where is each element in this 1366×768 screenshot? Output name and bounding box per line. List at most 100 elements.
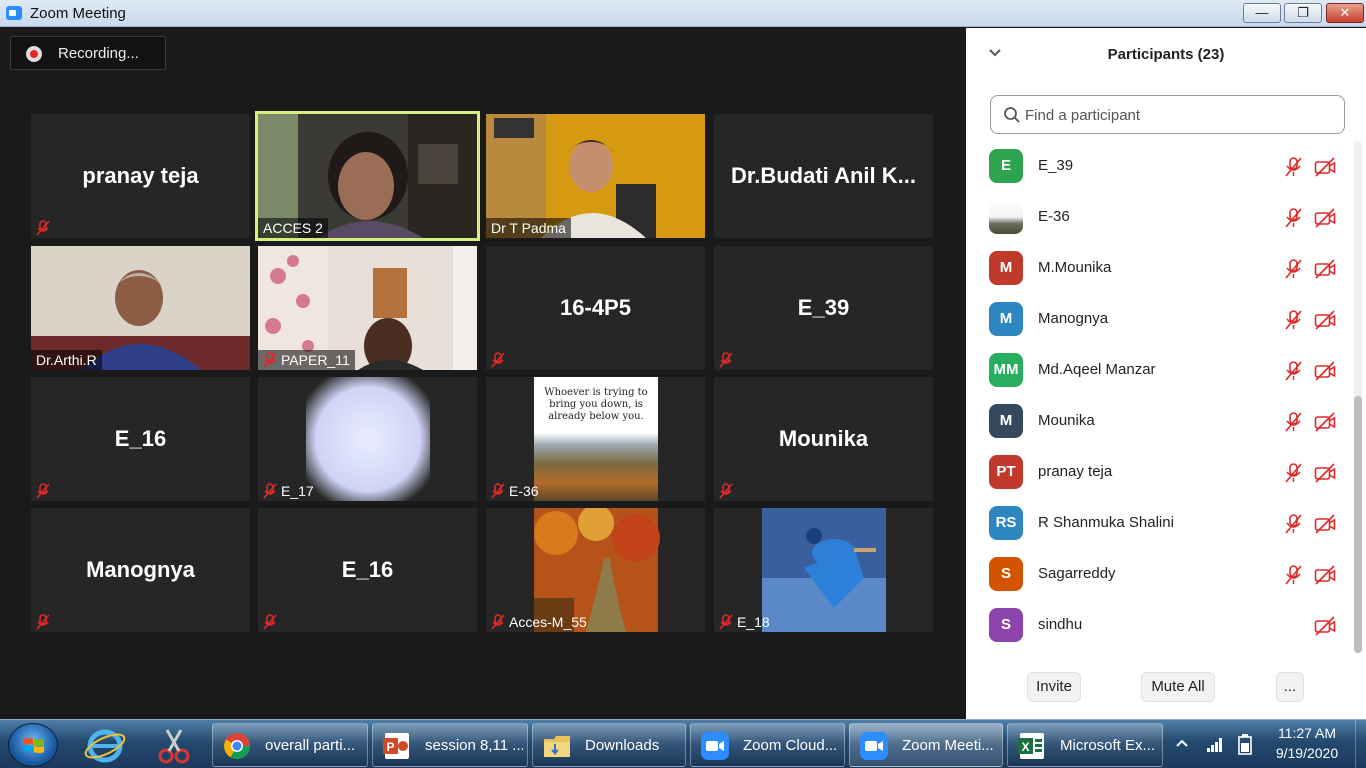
more-options-button[interactable]: ... [1276,672,1304,702]
battery-icon[interactable] [1236,733,1254,755]
recording-indicator[interactable]: Recording... [10,36,166,70]
camera-off-icon[interactable] [1314,565,1336,585]
camera-off-icon[interactable] [1314,412,1336,432]
mic-muted-icon[interactable] [1283,258,1303,280]
mic-muted-icon[interactable] [1283,309,1303,331]
participant-avatar: S [989,608,1023,642]
zoom-icon [701,732,729,760]
participant-caption: E_17 [281,483,314,499]
video-tile[interactable]: Dr.Arthi.R [31,246,250,370]
restore-icon: ❐ [1297,5,1309,20]
scrollbar-thumb[interactable] [1354,396,1362,653]
video-tile[interactable]: E_17 [258,377,477,501]
taskbar-button[interactable]: X Microsoft Ex... [1007,723,1163,767]
participant-row[interactable]: S Sagarreddy [966,549,1356,600]
mic-muted-icon [263,352,277,368]
participant-caption: Dr T Padma [491,220,566,236]
show-hidden-icons-icon[interactable] [1176,739,1188,747]
snipping-tool-icon[interactable] [151,724,197,766]
video-tile[interactable]: Whoever is trying to bring you down, is … [486,377,705,501]
participant-avatar: PT [989,455,1023,489]
participant-row[interactable]: Ssindhu [966,600,1356,651]
participant-display-name: Mounika [778,426,869,451]
gallery-view: Recording... pranay teja ACCES 2 Dr T Pa… [0,28,966,719]
participant-list-scrollbar[interactable] [1354,141,1362,653]
mic-muted-icon [36,220,50,236]
mic-muted-icon [263,614,277,630]
video-tile[interactable]: E_18 [714,508,933,632]
camera-off-icon[interactable] [1314,616,1336,636]
mute-all-button[interactable]: Mute All [1141,672,1215,702]
video-tile[interactable]: PAPER_11 [258,246,477,370]
video-tile[interactable]: pranay teja [31,114,250,238]
show-desktop-button[interactable] [1355,720,1366,768]
minimize-icon: — [1255,5,1269,20]
start-button[interactable] [8,723,58,767]
video-tile[interactable]: Acces-M_55 [486,508,705,632]
taskbar-button-label: Downloads [585,737,660,754]
camera-off-icon[interactable] [1314,514,1336,534]
participant-avatar: M [989,251,1023,285]
svg-text:P: P [386,740,394,754]
participant-row[interactable]: M M.Mounika [966,243,1356,294]
video-tile[interactable]: Mounika [714,377,933,501]
video-tile-active-speaker[interactable]: ACCES 2 [255,111,480,241]
participant-row[interactable]: RS R Shanmuka Shalini [966,498,1356,549]
participant-search-input[interactable] [1025,104,1325,126]
participant-row[interactable]: E E_39 [966,141,1356,192]
window-title: Zoom Meeting [30,5,126,22]
mic-muted-icon[interactable] [1283,513,1303,535]
svg-text:X: X [1021,740,1029,754]
taskbar-button[interactable]: Psession 8,11 ... [372,723,528,767]
clock-date[interactable]: 9/19/2020 [1262,745,1352,761]
mic-muted-icon [719,483,733,499]
chrome-icon [224,733,251,760]
participant-video: Whoever is trying to bring you down, is … [534,377,658,501]
mic-muted-icon[interactable] [1283,564,1303,586]
video-tile[interactable]: Manognya [31,508,250,632]
minimize-button[interactable]: — [1243,3,1281,23]
mic-muted-icon[interactable] [1283,156,1303,178]
video-tile[interactable]: Dr T Padma [486,114,705,238]
camera-off-icon[interactable] [1314,310,1336,330]
participant-caption: Acces-M_55 [509,614,587,630]
participant-avatar: E [989,149,1023,183]
powerpoint-icon: P [383,733,409,759]
camera-off-icon[interactable] [1314,208,1336,228]
mic-muted-icon[interactable] [1283,462,1303,484]
camera-off-icon[interactable] [1314,463,1336,483]
participant-row[interactable]: M Manognya [966,294,1356,345]
mic-muted-icon[interactable] [1283,360,1303,382]
close-button[interactable]: ✕ [1326,3,1364,23]
video-tile[interactable]: Dr.Budati Anil K... [714,114,933,238]
participant-row[interactable]: E-36 [966,192,1356,243]
camera-off-icon[interactable] [1314,157,1336,177]
participant-search-box[interactable] [990,95,1345,134]
mic-muted-icon[interactable] [1283,207,1303,229]
taskbar-button[interactable]: Downloads [532,723,686,767]
mic-muted-icon [491,614,505,630]
participant-row[interactable]: M Mounika [966,396,1356,447]
mic-muted-icon [491,352,505,368]
invite-button[interactable]: Invite [1027,672,1081,702]
video-tile[interactable]: E_16 [258,508,477,632]
mic-muted-icon[interactable] [1283,411,1303,433]
participant-row[interactable]: MM Md.Aqeel Manzar [966,345,1356,396]
internet-explorer-icon[interactable] [82,724,128,766]
taskbar-button[interactable]: overall parti... [212,723,368,767]
network-icon[interactable] [1206,735,1224,753]
video-tile[interactable]: 16-4P5 [486,246,705,370]
mic-muted-icon [263,483,277,499]
camera-off-icon[interactable] [1314,361,1336,381]
participant-row[interactable]: PT pranay teja [966,447,1356,498]
participant-name: pranay teja [1038,463,1113,480]
restore-button[interactable]: ❐ [1284,3,1322,23]
taskbar-button[interactable]: Zoom Meeti... [849,723,1003,767]
taskbar-button[interactable]: Zoom Cloud... [690,723,845,767]
clock-time[interactable]: 11:27 AM [1262,725,1352,741]
camera-off-icon[interactable] [1314,259,1336,279]
excel-icon: X [1018,733,1044,759]
record-icon [26,46,42,62]
video-tile[interactable]: E_16 [31,377,250,501]
video-tile[interactable]: E_39 [714,246,933,370]
